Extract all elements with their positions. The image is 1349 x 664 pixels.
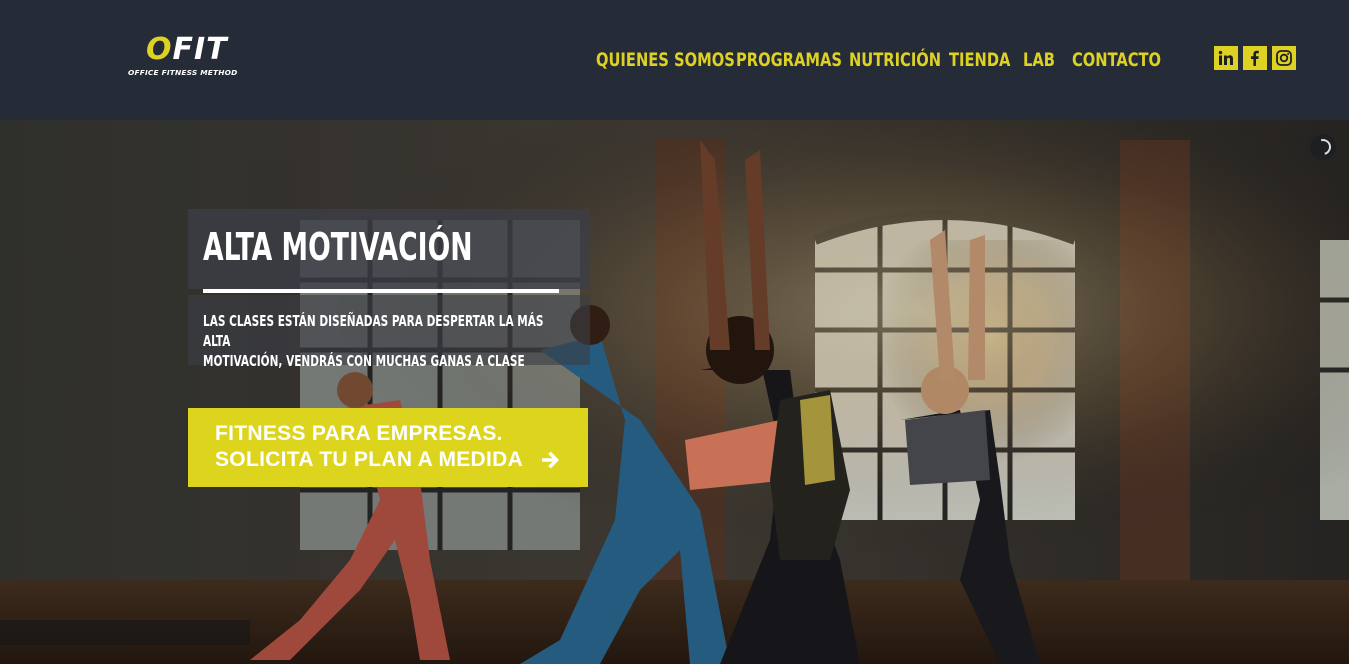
cta-line-2: SOLICITA TU PLAN A MEDIDA — [215, 448, 524, 471]
nav-quienes-somos[interactable]: QUIENES SOMOS — [596, 46, 735, 74]
nav-lab[interactable]: LAB — [1023, 46, 1055, 74]
nav-programas[interactable]: PROGRAMAS — [736, 46, 842, 74]
hero-description-line-2: MOTIVACIÓN, VENDRÁS CON MUCHAS GANAS A C… — [203, 352, 525, 370]
spinner-arc-icon — [1312, 136, 1334, 158]
hero-description-line-1: LAS CLASES ESTÁN DISEÑADAS PARA DESPERTA… — [203, 312, 544, 350]
nav-contacto[interactable]: CONTACTO — [1072, 46, 1161, 74]
logo-mark: OFIT — [146, 32, 228, 67]
social-links — [1214, 46, 1301, 70]
logo[interactable]: OFIT OFFICE FITNESS METHOD — [128, 34, 238, 82]
instagram-icon — [1276, 50, 1292, 66]
facebook-icon — [1251, 50, 1259, 66]
linkedin-icon — [1218, 50, 1233, 65]
hero-section: ALTA MOTIVACIÓN LAS CLASES ESTÁN DISEÑAD… — [0, 120, 1349, 664]
loading-spinner — [1310, 134, 1336, 160]
hero-background-image — [0, 120, 1349, 664]
hero-description: LAS CLASES ESTÁN DISEÑADAS PARA DESPERTA… — [203, 311, 546, 371]
nav-tienda[interactable]: TIENDA — [949, 46, 1010, 74]
title-divider — [203, 289, 559, 293]
instagram-button[interactable] — [1272, 46, 1296, 70]
logo-tagline: OFFICE FITNESS METHOD — [128, 68, 238, 77]
hero-title: ALTA MOTIVACIÓN — [203, 225, 473, 269]
facebook-button[interactable] — [1243, 46, 1267, 70]
nav-nutricion[interactable]: NUTRICIÓN — [849, 46, 941, 74]
site-header: OFIT OFFICE FITNESS METHOD QUIENES SOMOS… — [0, 0, 1349, 120]
cta-business-plan-button[interactable]: FITNESS PARA EMPRESAS. SOLICITA TU PLAN … — [188, 408, 588, 487]
main-nav: QUIENES SOMOS PROGRAMAS NUTRICIÓN TIENDA… — [596, 46, 1170, 74]
arrow-right-icon — [542, 451, 559, 469]
linkedin-button[interactable] — [1214, 46, 1238, 70]
cta-line-1: FITNESS PARA EMPRESAS. — [215, 422, 503, 445]
